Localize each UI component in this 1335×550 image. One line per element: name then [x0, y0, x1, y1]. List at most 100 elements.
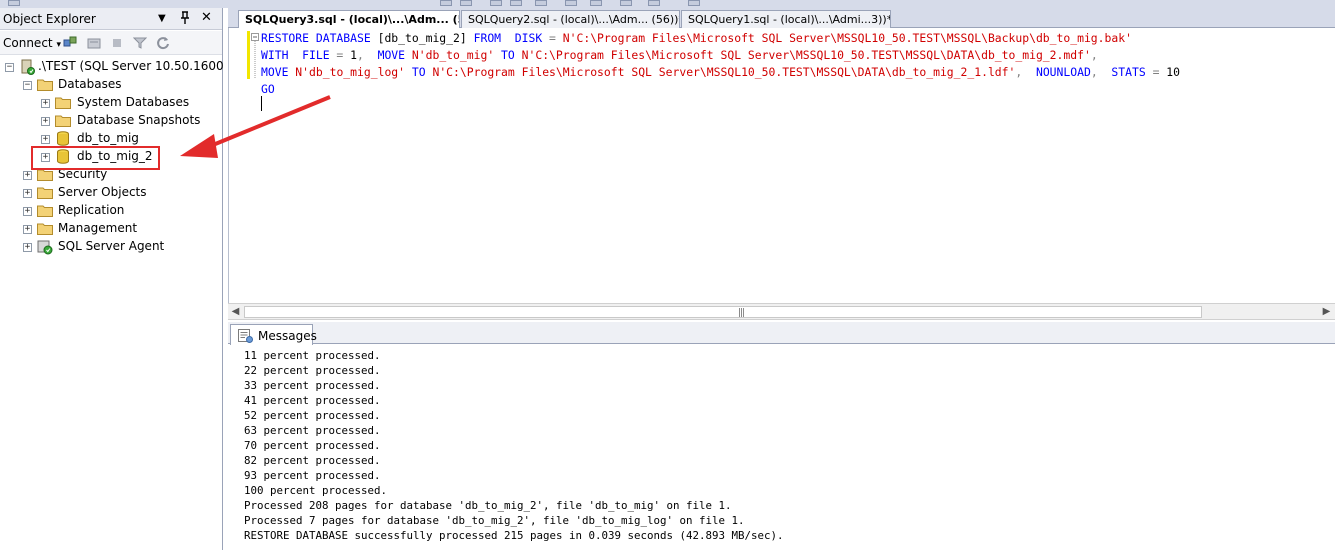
main-toolbar-strip [0, 0, 1335, 8]
tree-label: SQL Server Agent [58, 239, 165, 253]
expand-toggle[interactable]: + [23, 207, 32, 216]
toolbar-button[interactable] [648, 0, 660, 6]
tree-node-management[interactable]: + Management [0, 220, 222, 238]
tab-messages[interactable]: Messages [230, 324, 317, 345]
message-line: RESTORE DATABASE successfully processed … [244, 529, 784, 542]
filter-icon[interactable] [132, 36, 148, 50]
tree-node-sql-server-agent[interactable]: + SQL Server Agent [0, 238, 222, 256]
folder-icon [37, 78, 53, 91]
expand-toggle[interactable]: + [23, 189, 32, 198]
tab-sqlquery1[interactable]: SQLQuery1.sql - (local)\...\Admi...3))* [681, 10, 891, 28]
toolbar-button[interactable] [590, 0, 602, 6]
collapse-toggle[interactable]: − [5, 63, 14, 72]
code-token: , [1090, 65, 1112, 79]
code-line-3: MOVE N'db_to_mig_log' TO N'C:\Program Fi… [261, 65, 1180, 79]
modified-lines-indicator [247, 31, 250, 79]
code-token: = [542, 31, 563, 45]
connect-object-explorer-icon[interactable] [63, 36, 77, 50]
folder-icon [37, 204, 53, 217]
code-token: MOVE [261, 65, 289, 79]
message-line: 70 percent processed. [244, 439, 381, 452]
message-line: Processed 7 pages for database 'db_to_mi… [244, 514, 745, 527]
toolbar-button[interactable] [620, 0, 632, 6]
code-token: TO [411, 65, 426, 79]
tree-label: Databases [58, 77, 122, 91]
code-token: 1 [350, 48, 358, 62]
chevron-down-icon: ▾ [56, 40, 61, 50]
pin-icon[interactable] [179, 11, 191, 28]
tree-node-replication[interactable]: + Replication [0, 202, 222, 220]
outline-collapse-icon[interactable] [251, 32, 259, 80]
expand-toggle[interactable]: + [41, 99, 50, 108]
scroll-right-icon[interactable]: ▶ [1319, 305, 1334, 319]
code-token: , [1015, 65, 1036, 79]
text-caret [261, 96, 262, 111]
code-token: GO [261, 82, 275, 96]
tree-node-server-objects[interactable]: + Server Objects [0, 184, 222, 202]
message-line: 41 percent processed. [244, 394, 381, 407]
toolbar-button[interactable] [490, 0, 502, 6]
database-icon [56, 131, 72, 146]
scrollbar-grip-icon: ||| [738, 308, 745, 318]
message-line: 100 percent processed. [244, 484, 388, 497]
expand-toggle[interactable]: + [41, 135, 50, 144]
connect-button[interactable]: Connect ▾ [3, 36, 61, 50]
collapse-toggle[interactable]: − [23, 81, 32, 90]
scrollbar-thumb[interactable]: ||| [244, 306, 1202, 318]
horizontal-scrollbar[interactable]: ◀ ||| ▶ [228, 303, 1335, 320]
code-token: WITH FILE [261, 48, 330, 62]
folder-icon [37, 186, 53, 199]
tree-label: Database Snapshots [77, 113, 201, 127]
sql-agent-icon [37, 239, 53, 255]
stop-icon[interactable] [110, 36, 124, 50]
folder-icon [55, 114, 71, 127]
toolbar-button[interactable] [8, 0, 20, 6]
close-icon[interactable]: ✕ [201, 10, 212, 25]
message-line: 82 percent processed. [244, 454, 381, 467]
tab-sqlquery2[interactable]: SQLQuery2.sql - (local)\...\Adm... (56))… [461, 10, 680, 28]
document-tabs: SQLQuery3.sql - (local)\...\Adm... (58))… [228, 8, 1335, 29]
toolbar-dropdown[interactable] [688, 0, 700, 6]
expand-toggle[interactable]: + [23, 225, 32, 234]
scroll-left-icon[interactable]: ◀ [228, 305, 243, 319]
folder-icon [37, 222, 53, 235]
toolbar-button[interactable] [510, 0, 522, 6]
code-token: STATS [1111, 65, 1146, 79]
toolbar-button[interactable] [460, 0, 472, 6]
object-explorer-toolbar: Connect ▾ [0, 31, 222, 55]
expand-toggle[interactable]: + [41, 117, 50, 126]
connect-label: Connect [3, 36, 53, 50]
toolbar-button[interactable] [440, 0, 452, 6]
tree-node-server[interactable]: − .\TEST (SQL Server 10.50.1600 - WII [0, 58, 255, 76]
tree-node-database-snapshots[interactable]: + Database Snapshots [0, 112, 222, 130]
message-line: 52 percent processed. [244, 409, 381, 422]
tree-label: db_to_mig [77, 131, 139, 145]
expand-toggle[interactable]: + [23, 243, 32, 252]
code-token: N'db_to_mig' [405, 48, 502, 62]
code-token: N'C:\Program Files\Microsoft SQL Server\… [562, 31, 1132, 45]
toolbar-button[interactable] [565, 0, 577, 6]
code-token: MOVE [377, 48, 406, 62]
code-token: , [357, 48, 378, 62]
sql-code-editor[interactable]: RESTORE DATABASE [db_to_mig_2] FROM DISK… [228, 28, 1335, 303]
tree-node-databases[interactable]: − Databases [0, 76, 222, 94]
toolbar-button[interactable] [535, 0, 547, 6]
tab-sqlquery3[interactable]: SQLQuery3.sql - (local)\...\Adm... (58))… [238, 10, 460, 29]
disconnect-icon[interactable] [87, 36, 101, 50]
code-token: = [329, 48, 351, 62]
expand-toggle[interactable]: + [23, 171, 32, 180]
window-position-dropdown-icon[interactable]: ▼ [158, 13, 166, 24]
code-token: 10 [1166, 65, 1181, 79]
object-explorer-tree: − .\TEST (SQL Server 10.50.1600 - WII − … [0, 58, 255, 538]
code-token: , [1090, 48, 1098, 62]
tree-label: Replication [58, 203, 125, 217]
tree-node-system-databases[interactable]: + System Databases [0, 94, 222, 112]
refresh-icon[interactable] [156, 36, 170, 50]
code-token: N'db_to_mig_log' [288, 65, 412, 79]
code-line-2: WITH FILE = 1, MOVE N'db_to_mig' TO N'C:… [261, 48, 1098, 62]
code-token: RESTORE DATABASE [261, 31, 371, 45]
code-token: = [1145, 65, 1167, 79]
code-line-1: RESTORE DATABASE [db_to_mig_2] FROM DISK… [261, 31, 1132, 45]
red-highlight-box [31, 146, 160, 170]
message-line: 63 percent processed. [244, 424, 381, 437]
